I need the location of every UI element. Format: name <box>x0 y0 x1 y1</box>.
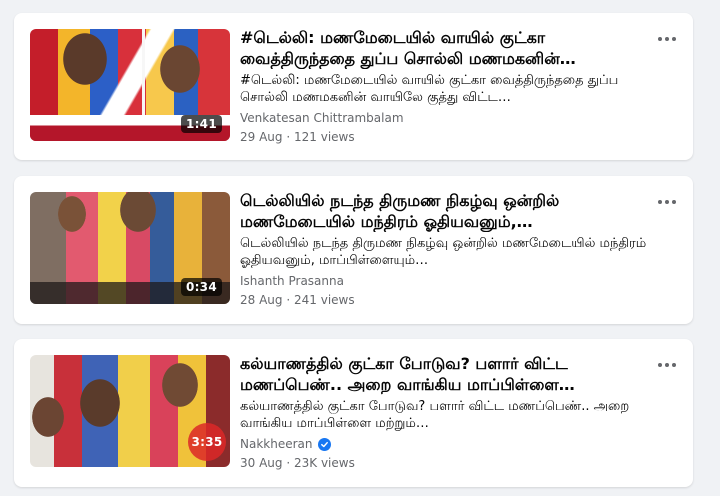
video-info: #டெல்லி: மணமேடையில் வாயில் குட்கா வைத்தி… <box>240 27 650 145</box>
channel-row: Venkatesan Chittrambalam <box>240 110 650 126</box>
more-horizontal-icon <box>658 200 676 204</box>
video-description: #டெல்லி: மணமேடையில் வாயில் குட்கா வைத்தி… <box>240 73 619 105</box>
video-title[interactable]: டெல்லியில் நடந்த திருமண நிகழ்வு ஒன்றில் … <box>240 190 650 232</box>
meta-separator: · <box>286 130 291 144</box>
thumbnail-split-line <box>142 29 145 115</box>
more-horizontal-icon <box>658 363 676 367</box>
video-thumbnail[interactable]: 3:35 <box>30 355 230 467</box>
video-date: 29 Aug <box>240 130 283 144</box>
video-title[interactable]: கல்யாணத்தில் குட்கா போடுவ? பளார் விட்ட ம… <box>240 353 650 395</box>
channel-name[interactable]: Nakkheeran <box>240 436 313 452</box>
channel-row: Nakkheeran <box>240 436 650 452</box>
video-description: டெல்லியில் நடந்த திருமண நிகழ்வு ஒன்றில் … <box>240 236 647 268</box>
video-meta: 30 Aug · 23K views <box>240 455 650 471</box>
video-meta: 28 Aug · 241 views <box>240 292 650 308</box>
video-views: 241 views <box>294 293 355 307</box>
video-duration: 0:34 <box>180 278 222 296</box>
meta-separator: · <box>286 293 291 307</box>
channel-name[interactable]: Venkatesan Chittrambalam <box>240 110 404 126</box>
video-title[interactable]: #டெல்லி: மணமேடையில் வாயில் குட்கா வைத்தி… <box>240 27 650 69</box>
video-thumbnail[interactable]: 1:41 <box>30 29 230 141</box>
video-meta: 29 Aug · 121 views <box>240 129 650 145</box>
video-views: 121 views <box>294 130 355 144</box>
video-card[interactable]: 1:41 #டெல்லி: மணமேடையில் வாயில் குட்கா வ… <box>14 13 693 160</box>
more-horizontal-icon <box>658 37 676 41</box>
more-options-button[interactable] <box>655 192 679 212</box>
meta-separator: · <box>286 456 291 470</box>
more-options-button[interactable] <box>655 355 679 375</box>
video-date: 28 Aug <box>240 293 283 307</box>
video-info: கல்யாணத்தில் குட்கா போடுவ? பளார் விட்ட ம… <box>240 353 650 471</box>
video-card[interactable]: 0:34 டெல்லியில் நடந்த திருமண நிகழ்வு ஒன்… <box>14 176 693 324</box>
video-thumbnail[interactable]: 0:34 <box>30 192 230 304</box>
video-description: கல்யாணத்தில் குட்கா போடுவ? பளார் விட்ட ம… <box>240 399 630 431</box>
more-options-button[interactable] <box>655 29 679 49</box>
verified-badge-icon <box>317 437 331 451</box>
video-date: 30 Aug <box>240 456 283 470</box>
video-duration: 1:41 <box>180 115 222 133</box>
video-views: 23K views <box>294 456 355 470</box>
channel-row: Ishanth Prasanna <box>240 273 650 289</box>
channel-name[interactable]: Ishanth Prasanna <box>240 273 344 289</box>
video-info: டெல்லியில் நடந்த திருமண நிகழ்வு ஒன்றில் … <box>240 190 650 308</box>
video-duration: 3:35 <box>188 423 226 461</box>
video-card[interactable]: 3:35 கல்யாணத்தில் குட்கா போடுவ? பளார் வி… <box>14 339 693 487</box>
